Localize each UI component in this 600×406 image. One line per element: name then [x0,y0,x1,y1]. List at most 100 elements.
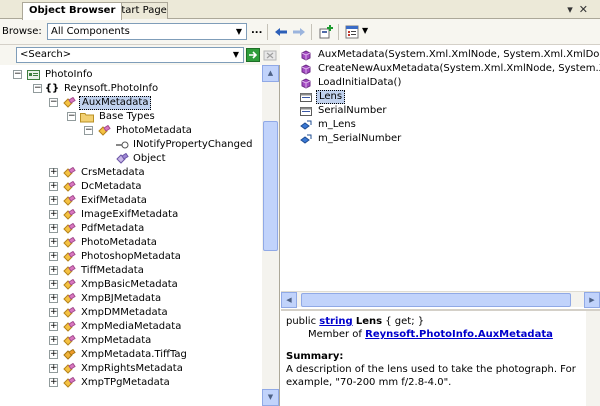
tree-item-label: Base Types [99,111,155,122]
back-arrow-icon[interactable] [273,24,289,40]
scrollbar-thumb[interactable] [263,121,278,251]
collapse-icon[interactable]: − [67,112,76,121]
field-icon [299,132,313,145]
member-label: Lens [316,90,346,104]
summary-heading: Summary: [286,351,344,362]
tab-object-browser[interactable]: Object Browser [22,2,123,20]
tree-item-class[interactable]: + XmpDMMetadata [0,306,262,320]
expand-icon[interactable]: + [49,168,58,177]
description-scrollbar[interactable] [586,311,600,406]
tree-item-class[interactable]: + XmpBasicMetadata [0,278,262,292]
tree-item-class[interactable]: + TiffMetadata [0,264,262,278]
tree-item-class[interactable]: + XmpRightsMetadata [0,362,262,376]
add-reference-icon[interactable] [318,24,334,40]
tree-item-object[interactable]: Object [0,152,262,166]
search-go-icon[interactable] [246,48,260,62]
expand-icon[interactable]: + [49,210,58,219]
tree-item-base-types[interactable]: − Base Types [0,110,262,124]
tab-bar-buttons: ▾✕ [567,3,594,16]
expand-icon[interactable]: + [49,182,58,191]
member-of-line: Member of Reynsoft.PhotoInfo.AuxMetadata [286,328,595,341]
tree-item-class[interactable]: + XmpMetadata [0,334,262,348]
search-row: <Search> ▼ [0,45,280,65]
expand-icon[interactable]: + [49,322,58,331]
clear-search-icon[interactable] [263,48,277,62]
tree-item-label: Object [133,153,166,164]
expand-icon[interactable]: + [49,378,58,387]
tree-item-label: ImageExifMetadata [81,209,179,220]
forward-arrow-icon[interactable] [291,24,307,40]
member-item[interactable]: AuxMetadata(System.Xml.XmlNode, System.X… [281,48,600,62]
member-item-selected[interactable]: Lens [281,90,600,104]
expand-icon[interactable]: + [49,294,58,303]
collapse-icon[interactable]: − [49,98,58,107]
expand-icon[interactable]: + [49,196,58,205]
member-item[interactable]: m_Lens [281,118,600,132]
tree-item-class[interactable]: + PhotoMetadata [0,236,262,250]
tree-item-auxmetadata[interactable]: − AuxMetadata [0,96,262,110]
members-horizontal-scrollbar[interactable]: ◀ ▶ [281,291,600,308]
member-item[interactable]: SerialNumber [281,104,600,118]
tree-item-class[interactable]: + ExifMetadata [0,194,262,208]
search-input[interactable]: <Search> ▼ [16,47,244,63]
class-icon [62,278,76,291]
expand-icon[interactable]: + [49,266,58,275]
class-icon [62,180,76,193]
tree-item-class[interactable]: + PdfMetadata [0,222,262,236]
search-dropdown-icon[interactable]: ▼ [230,48,242,62]
expand-icon[interactable]: + [49,224,58,233]
interface-icon [115,138,129,151]
tree-item-enum[interactable]: + XmpMetadata.TiffTag [0,348,262,362]
expand-icon[interactable]: + [49,280,58,289]
expand-icon[interactable]: + [49,336,58,345]
tree-item-class[interactable]: + DcMetadata [0,180,262,194]
tree-item-label: PhotoInfo [45,69,93,80]
chevron-down-icon[interactable]: ▼ [233,25,245,38]
signature-type-link[interactable]: string [319,316,352,327]
tree-item-class[interactable]: + XmpTPgMetadata [0,376,262,390]
member-label: AuxMetadata(System.Xml.XmlNode, System.X… [318,49,600,60]
tree-item-label: XmpMetadata [81,335,152,346]
settings-icon[interactable] [344,24,360,40]
class-icon [62,250,76,263]
collapse-icon[interactable]: − [13,70,22,79]
browse-label: Browse: [2,26,42,37]
member-item[interactable]: CreateNewAuxMetadata(System.Xml.XmlNode,… [281,62,600,76]
tree-item-class[interactable]: + XmpBJMetadata [0,292,262,306]
tree-item-class[interactable]: + XmpMediaMetadata [0,320,262,334]
tree-item-class[interactable]: + CrsMetadata [0,166,262,180]
collapse-icon[interactable]: − [84,126,93,135]
browse-scope-select[interactable]: All Components ▼ [47,23,247,40]
window-list-dropdown-icon[interactable]: ▾ [567,3,579,16]
collapse-icon[interactable]: − [33,84,42,93]
tree-item-photoinfo[interactable]: − PhotoInfo [0,68,262,82]
expand-icon[interactable]: + [49,364,58,373]
close-icon[interactable]: ✕ [579,3,594,16]
tree-scrollbar[interactable]: ▲ ▼ [262,65,279,406]
tree-item-namespace[interactable]: − {} Reynsoft.PhotoInfo [0,82,262,96]
browse-customize-button[interactable]: ... [251,25,262,36]
member-of-link[interactable]: Reynsoft.PhotoInfo.AuxMetadata [365,329,553,340]
description-pane: public string Lens { get; } Member of Re… [281,309,600,406]
tree-item-photometadata-base[interactable]: − PhotoMetadata [0,124,262,138]
expand-icon[interactable]: + [49,350,58,359]
class-icon [62,166,76,179]
expand-icon[interactable]: + [49,252,58,261]
settings-dropdown-icon[interactable]: ▼ [362,26,368,35]
scroll-right-icon[interactable]: ▶ [584,292,600,308]
scroll-left-icon[interactable]: ◀ [281,292,297,308]
member-signature: public string Lens { get; } [286,315,595,328]
enum-icon [62,348,76,361]
member-item[interactable]: m_SerialNumber [281,132,600,146]
tree-item-label: DcMetadata [81,181,142,192]
scrollbar-thumb[interactable] [301,293,571,307]
expand-icon[interactable]: + [49,238,58,247]
member-item[interactable]: LoadInitialData() [281,76,600,90]
tree-item-inotifypropertychanged[interactable]: INotifyPropertyChanged [0,138,262,152]
expand-icon[interactable]: + [49,308,58,317]
tree-item-class[interactable]: + PhotoshopMetadata [0,250,262,264]
tree-item-class[interactable]: + ImageExifMetadata [0,208,262,222]
member-of-label: Member of [308,329,362,340]
scroll-down-icon[interactable]: ▼ [262,389,279,406]
scroll-up-icon[interactable]: ▲ [262,65,279,82]
